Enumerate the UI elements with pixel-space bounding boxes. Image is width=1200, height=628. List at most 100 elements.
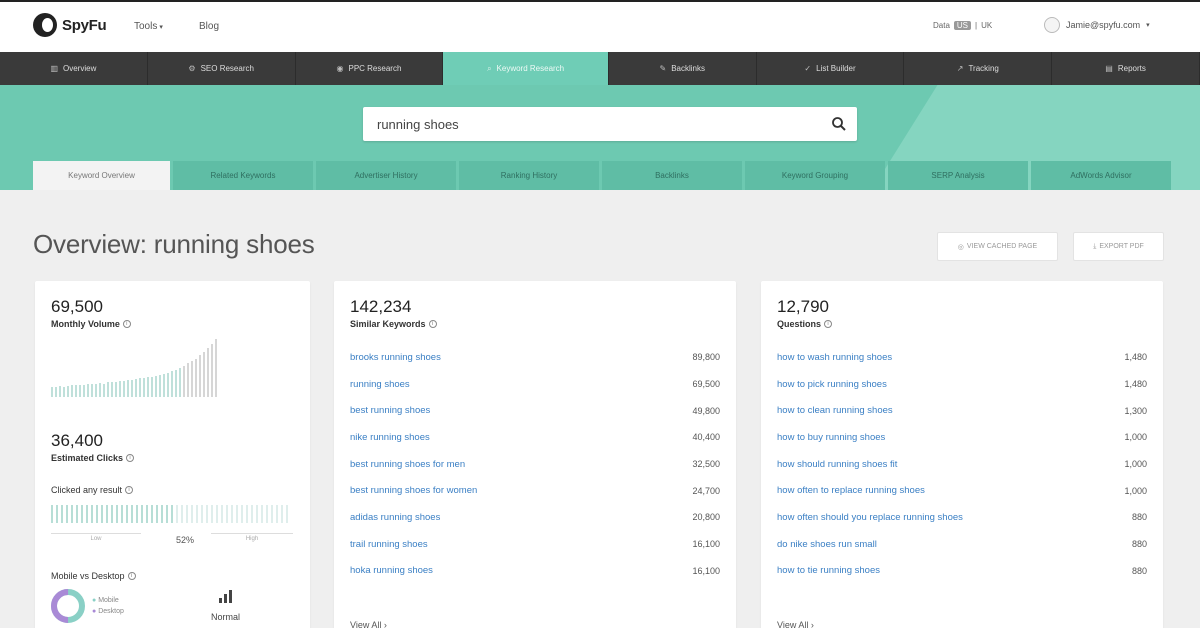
keyword-link[interactable]: how should running shoes fit <box>777 459 897 470</box>
gauge-bar <box>286 505 288 523</box>
gauge-bar <box>51 505 53 523</box>
tab-advertiser-history[interactable]: Advertiser History <box>316 161 456 190</box>
keyword-link[interactable]: brooks running shoes <box>350 352 441 363</box>
main-nav: ▥ Overview ⚙ SEO Research ◉ PPC Research ⌕ Keyw… <box>0 52 1200 85</box>
nav-backlinks[interactable]: ✎ Backlinks <box>609 52 757 85</box>
nav-list-builder[interactable]: ✓ List Builder <box>757 52 905 85</box>
list-item: running shoes 69,500 <box>350 371 720 398</box>
gauge-bar <box>86 505 88 523</box>
similar-keywords-card: 142,234 Similar Keywords i brooks running… <box>334 281 736 628</box>
gauge-bar <box>236 505 238 523</box>
info-icon[interactable]: i <box>428 320 437 328</box>
gauge-bar <box>56 505 58 523</box>
keyword-link[interactable]: running shoes <box>350 379 410 390</box>
keyword-volume: 1,300 <box>1124 405 1147 416</box>
blog-link[interactable]: Blog <box>199 21 219 32</box>
country-uk[interactable]: UK <box>981 21 992 30</box>
user-menu[interactable]: Jamie@spyfu.com ▾ <box>1044 17 1150 33</box>
keyword-link[interactable]: how often to replace running shoes <box>777 485 925 496</box>
keyword-link[interactable]: do nike shoes run small <box>777 539 877 550</box>
similar-view-all-link[interactable]: View All › <box>350 620 387 628</box>
tab-serp-analysis[interactable]: SERP Analysis <box>888 161 1028 190</box>
nav-overview[interactable]: ▥ Overview <box>0 52 148 85</box>
clicked-any-label: Clicked any result i <box>51 485 134 495</box>
list-item: how to clean running shoes 1,300 <box>777 397 1147 424</box>
nav-keyword-research[interactable]: ⌕ Keyword Research <box>443 52 609 85</box>
tab-backlinks[interactable]: Backlinks <box>602 161 742 190</box>
tab-adwords-advisor[interactable]: AdWords Advisor <box>1031 161 1171 190</box>
gauge-bar <box>111 505 113 523</box>
tab-keyword-overview[interactable]: Keyword Overview <box>33 161 170 190</box>
nav-reports[interactable]: ▤ Reports <box>1052 52 1200 85</box>
keyword-volume: 16,100 <box>692 565 720 576</box>
country-label: Data <box>933 21 950 30</box>
gauge-bar <box>276 505 278 523</box>
search-icon[interactable] <box>831 116 847 132</box>
nav-ppc-research[interactable]: ◉ PPC Research <box>296 52 444 85</box>
list-item: how often to replace running shoes 1,000 <box>777 477 1147 504</box>
chevron-right-icon: › <box>810 620 814 628</box>
gauge-high: High <box>211 533 293 542</box>
gauge-bar <box>216 505 218 523</box>
download-icon: ⤓ <box>1093 242 1097 250</box>
info-icon[interactable]: i <box>125 486 134 494</box>
view-all-text: View All <box>777 620 809 628</box>
clicked-percent: 52% <box>176 535 195 545</box>
logo[interactable]: SpyFu <box>33 13 107 37</box>
volume-bar <box>59 386 61 397</box>
tools-label: Tools <box>134 21 158 32</box>
nav-seo-research[interactable]: ⚙ SEO Research <box>148 52 296 85</box>
volume-bar <box>191 361 193 397</box>
export-pdf-button[interactable]: ⤓ EXPORT PDF <box>1073 232 1164 261</box>
tab-related-keywords[interactable]: Related Keywords <box>173 161 313 190</box>
tab-ranking-history[interactable]: Ranking History <box>459 161 599 190</box>
volume-bar <box>71 385 73 397</box>
info-icon[interactable]: i <box>126 454 135 462</box>
keyword-link[interactable]: how to clean running shoes <box>777 405 893 416</box>
keyword-link[interactable]: how to buy running shoes <box>777 432 885 443</box>
monthly-volume-text: Monthly Volume <box>51 319 120 329</box>
info-icon[interactable]: i <box>127 572 136 580</box>
monthly-volume-chart <box>51 339 217 397</box>
keyword-link[interactable]: how often should you replace running sho… <box>777 512 963 523</box>
questions-list: how to wash running shoes 1,480 how to pic… <box>777 344 1147 584</box>
volume-bar <box>119 381 121 397</box>
keyword-link[interactable]: hoka running shoes <box>350 565 433 576</box>
list-icon: ✓ <box>804 64 812 73</box>
keyword-link[interactable]: best running shoes <box>350 405 430 416</box>
volume-bar <box>215 339 217 397</box>
info-icon[interactable]: i <box>122 320 131 328</box>
questions-text: Questions <box>777 319 822 329</box>
nav-label: Keyword Research <box>496 64 565 73</box>
keyword-link[interactable]: adidas running shoes <box>350 512 440 523</box>
chevron-right-icon: › <box>383 620 387 628</box>
keyword-link[interactable]: how to tie running shoes <box>777 565 880 576</box>
info-icon[interactable]: i <box>824 320 833 328</box>
keyword-search-input[interactable] <box>377 117 797 132</box>
keyword-icon: ⌕ <box>487 63 492 73</box>
keyword-link[interactable]: how to wash running shoes <box>777 352 892 363</box>
keyword-link[interactable]: trail running shoes <box>350 539 428 550</box>
nav-tracking[interactable]: ↗ Tracking <box>904 52 1053 85</box>
nav-label: PPC Research <box>348 64 402 73</box>
keyword-link[interactable]: best running shoes for women <box>350 485 477 496</box>
questions-label: Questions i <box>777 319 833 329</box>
view-cached-page-button[interactable]: ◎ VIEW CACHED PAGE <box>937 232 1058 261</box>
list-item: nike running shoes 40,400 <box>350 424 720 451</box>
tools-menu[interactable]: Tools ▾ <box>134 21 163 32</box>
keyword-volume: 69,500 <box>692 379 720 390</box>
top-bar: SpyFu Tools ▾ Blog Data US | UK Jamie@spy… <box>0 0 1200 52</box>
keyword-volume: 49,800 <box>692 405 720 416</box>
keyword-link[interactable]: best running shoes for men <box>350 459 465 470</box>
gauge-bar <box>116 505 118 523</box>
tab-keyword-grouping[interactable]: Keyword Grouping <box>745 161 885 190</box>
keyword-volume: 880 <box>1131 565 1147 576</box>
questions-view-all-link[interactable]: View All › <box>777 620 814 628</box>
country-switch: Data US | UK <box>933 21 992 30</box>
country-us[interactable]: US <box>953 21 972 30</box>
keyword-link[interactable]: how to pick running shoes <box>777 379 887 390</box>
list-item: best running shoes for men 32,500 <box>350 451 720 478</box>
gauge-low: Low <box>51 533 141 542</box>
volume-bar <box>143 378 145 397</box>
keyword-link[interactable]: nike running shoes <box>350 432 430 443</box>
